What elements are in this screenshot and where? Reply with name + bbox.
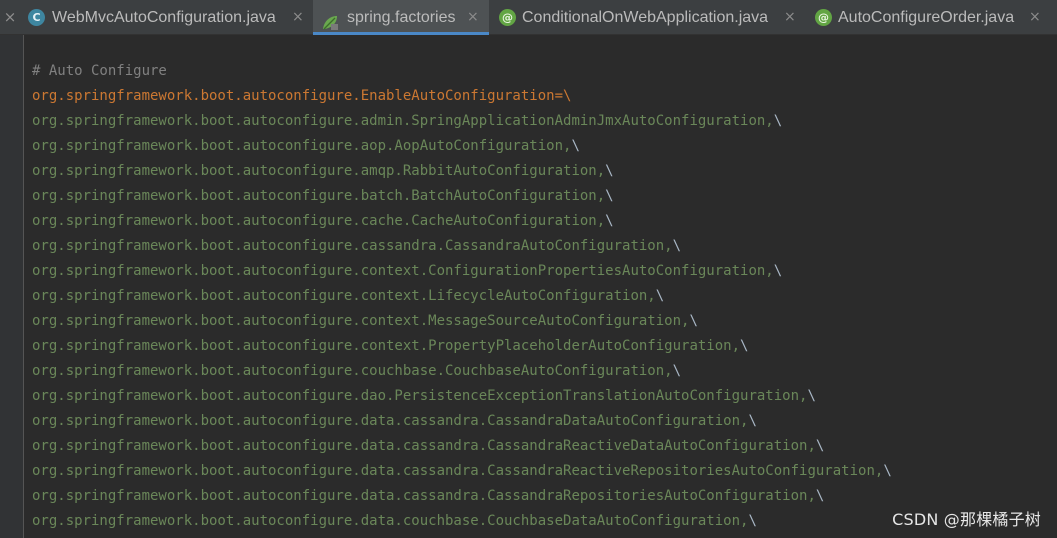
tab-label: ConditionalOnWebApplication.java: [522, 9, 769, 26]
code-line: org.springframework.boot.autoconfigure.c…: [32, 313, 698, 329]
code-line: org.springframework.boot.autoconfigure.a…: [32, 113, 783, 129]
line-gutter: [0, 35, 24, 538]
tab-label: AutoConfigureOrder.java: [838, 9, 1015, 26]
annotation-icon: @: [815, 9, 832, 26]
code-line: org.springframework.boot.autoconfigure.c…: [32, 338, 749, 354]
spring-leaf-icon: [321, 9, 338, 30]
code-line: org.springframework.boot.autoconfigure.d…: [32, 488, 825, 504]
code-line: org.springframework.boot.autoconfigure.a…: [32, 138, 580, 154]
code-content[interactable]: # Auto Configure org.springframework.boo…: [32, 35, 892, 529]
csdn-watermark: CSDN @那棵橘子树: [892, 510, 1041, 529]
code-line: org.springframework.boot.autoconfigure.c…: [32, 213, 614, 229]
code-line: org.springframework.boot.autoconfigure.c…: [32, 238, 682, 254]
code-line: org.springframework.boot.autoconfigure.d…: [32, 513, 757, 529]
code-line: org.springframework.boot.autoconfigure.c…: [32, 363, 682, 379]
code-line: org.springframework.boot.autoconfigure.b…: [32, 188, 614, 204]
code-line: org.springframework.boot.autoconfigure.d…: [32, 438, 825, 454]
code-editor[interactable]: # Auto Configure org.springframework.boo…: [0, 35, 1057, 538]
tab-close-icon[interactable]: ×: [784, 0, 796, 35]
annotation-icon: @: [499, 9, 516, 26]
tab-close-icon[interactable]: ×: [1029, 0, 1041, 35]
ide-window: × C WebMvcAutoConfiguration.java × sprin…: [0, 0, 1057, 538]
code-line: org.springframework.boot.autoconfigure.d…: [32, 463, 892, 479]
tab-webmvcautoconfiguration[interactable]: C WebMvcAutoConfiguration.java ×: [22, 0, 312, 35]
code-line: org.springframework.boot.autoconfigure.c…: [32, 288, 665, 304]
code-line: org.springframework.boot.autoconfigure.d…: [32, 388, 816, 404]
code-line: org.springframework.boot.autoconfigure.d…: [32, 413, 757, 429]
tab-label: WebMvcAutoConfiguration.java: [52, 9, 276, 26]
class-c-icon: C: [28, 9, 45, 26]
editor-tab-bar: × C WebMvcAutoConfiguration.java × sprin…: [0, 0, 1057, 35]
property-key-line: org.springframework.boot.autoconfigure.E…: [32, 88, 572, 104]
tab-spring-factories[interactable]: spring.factories ×: [313, 0, 489, 35]
tab-close-icon[interactable]: ×: [292, 0, 304, 35]
tab-label: spring.factories: [347, 9, 456, 26]
tab-conditionalonwebapplication[interactable]: @ ConditionalOnWebApplication.java ×: [491, 0, 807, 35]
tab-close-icon[interactable]: ×: [467, 0, 479, 35]
code-line: org.springframework.boot.autoconfigure.c…: [32, 263, 783, 279]
previous-tab-close-icon[interactable]: ×: [0, 0, 20, 35]
tab-autoconfigureorder[interactable]: @ AutoConfigureOrder.java ×: [808, 0, 1057, 35]
comment-line: # Auto Configure: [32, 63, 167, 79]
code-line: org.springframework.boot.autoconfigure.a…: [32, 163, 614, 179]
